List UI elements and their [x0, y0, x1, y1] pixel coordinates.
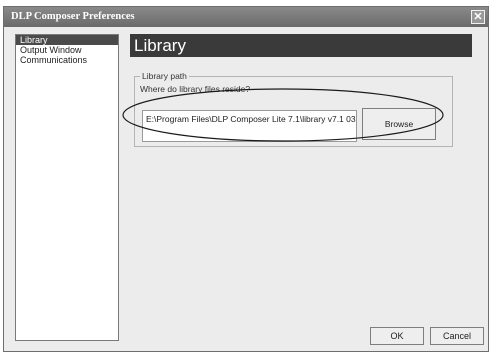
page-header: Library	[130, 34, 472, 57]
library-path-question: Where do library files reside?	[140, 84, 251, 94]
nav-item-output-window[interactable]: Output Window	[16, 45, 118, 55]
title-bar: DLP Composer Preferences ✕	[4, 7, 488, 27]
group-label: Library path	[140, 71, 189, 81]
category-list: Library Output Window Communications	[15, 34, 119, 341]
page-title: Library	[134, 36, 186, 55]
nav-item-library[interactable]: Library	[16, 35, 118, 45]
library-path-input[interactable]	[142, 110, 357, 142]
browse-button[interactable]: Browse	[362, 108, 436, 140]
window-title: DLP Composer Preferences	[11, 11, 135, 22]
nav-item-communications[interactable]: Communications	[16, 55, 118, 65]
close-icon[interactable]: ✕	[471, 10, 485, 24]
ok-button[interactable]: OK	[370, 327, 424, 345]
cancel-button[interactable]: Cancel	[430, 327, 484, 345]
